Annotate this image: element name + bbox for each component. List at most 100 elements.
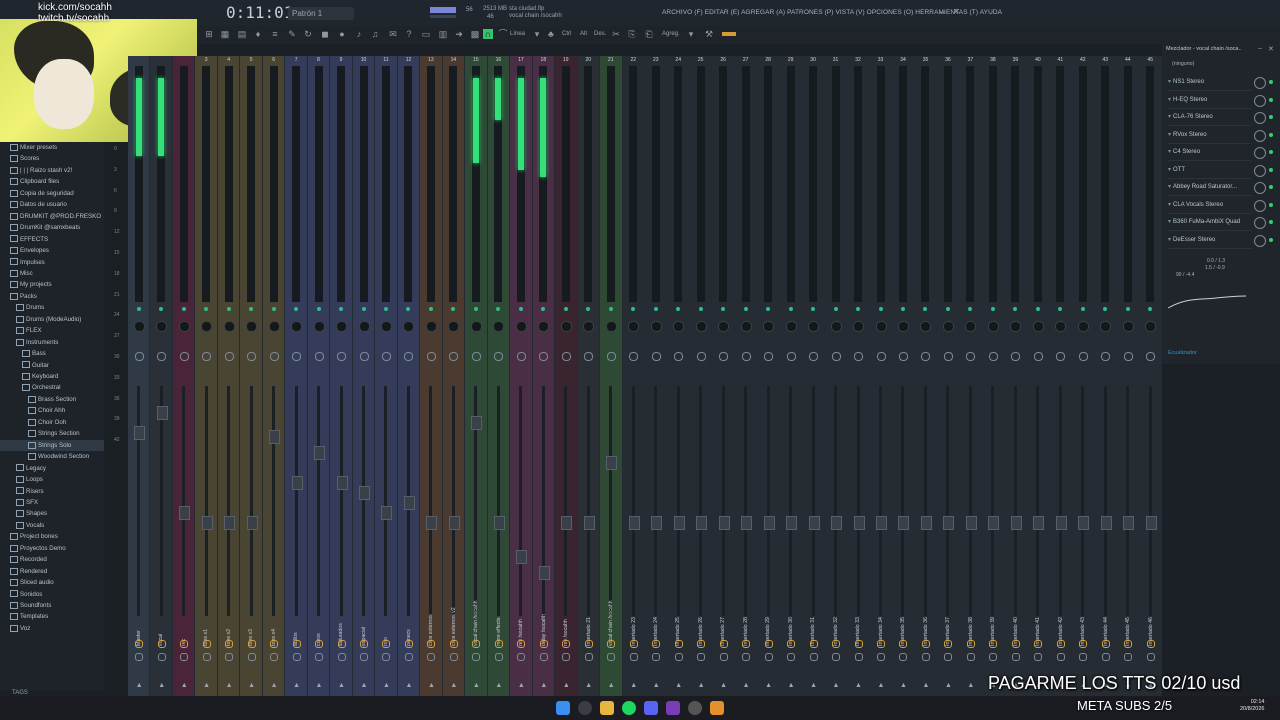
route-send-icon[interactable]: [719, 653, 728, 661]
eq-curve[interactable]: [1166, 292, 1248, 312]
browser-item[interactable]: Sliced audio: [0, 577, 114, 589]
route-to-master-icon[interactable]: [202, 640, 211, 648]
mixer-track[interactable]: rec ▲: [172, 56, 195, 696]
stereo-separation-knob[interactable]: [515, 321, 527, 332]
stereo-separation-knob[interactable]: [628, 321, 640, 332]
pan-knob[interactable]: [404, 352, 414, 361]
main-menu[interactable]: ARCHIVO (F) EDITAR (E) AGREGAR (A) PATRO…: [662, 9, 1002, 16]
route-send-icon[interactable]: [404, 653, 413, 661]
volume-fader-handle[interactable]: [898, 516, 910, 530]
route-to-master-icon[interactable]: [292, 640, 301, 648]
mixer-track[interactable]: 15 vocal chain /socahh ▲: [465, 56, 487, 696]
stereo-separation-knob[interactable]: [897, 321, 909, 332]
fx-enable-led[interactable]: [1269, 150, 1273, 154]
volume-fader-handle[interactable]: [876, 516, 888, 530]
browser-item[interactable]: SFX: [0, 497, 120, 509]
route-send-icon[interactable]: [764, 653, 773, 661]
mixer-track[interactable]: 29 Insertado 30 ▲: [779, 56, 802, 696]
fx-mix-knob[interactable]: [1254, 234, 1266, 247]
track-enable-led[interactable]: [428, 307, 433, 311]
track-enable-led[interactable]: [1148, 307, 1153, 311]
close-icon[interactable]: ✕: [953, 7, 960, 16]
track-enable-led[interactable]: [900, 307, 905, 311]
obs-icon[interactable]: [688, 701, 702, 715]
route-send-icon[interactable]: [270, 653, 279, 661]
track-enable-led[interactable]: [159, 307, 164, 311]
route-send-icon[interactable]: [742, 653, 751, 661]
route-to-master-icon[interactable]: [1146, 640, 1155, 648]
track-enable-led[interactable]: [856, 307, 861, 311]
route-arrow-icon[interactable]: ▲: [743, 682, 750, 689]
fx-enable-led[interactable]: [1269, 237, 1273, 242]
browser-item[interactable]: Envelopes: [0, 245, 114, 257]
equalizer-label[interactable]: Ecualizador: [1168, 350, 1197, 356]
pan-knob[interactable]: [719, 352, 729, 361]
spotify-icon[interactable]: [622, 701, 636, 715]
volume-fader-handle[interactable]: [1123, 516, 1135, 530]
route-send-icon[interactable]: [517, 653, 526, 661]
stereo-separation-knob[interactable]: [830, 321, 842, 332]
route-send-icon[interactable]: [382, 653, 391, 661]
copy-icon[interactable]: ⎘: [627, 29, 637, 39]
route-arrow-icon[interactable]: ▲: [248, 682, 255, 689]
route-send-icon[interactable]: [629, 653, 638, 661]
browser-item[interactable]: Drums: [0, 302, 120, 314]
browser-item[interactable]: Risers: [0, 486, 120, 498]
browser-item[interactable]: Datos de usuario: [0, 199, 114, 211]
route-to-master-icon[interactable]: [629, 640, 638, 648]
volume-fader-handle[interactable]: [920, 516, 932, 530]
route-arrow-icon[interactable]: ▲: [473, 682, 480, 689]
fx-slot[interactable]: ▾ CLA Vocals Stereo: [1168, 197, 1252, 214]
route-to-master-icon[interactable]: [157, 640, 166, 648]
route-to-master-icon[interactable]: [944, 640, 953, 648]
route-to-master-icon[interactable]: [1079, 640, 1088, 648]
browser-item[interactable]: Soundfonts: [0, 600, 114, 612]
route-arrow-icon[interactable]: ▲: [855, 682, 862, 689]
pan-knob[interactable]: [1033, 352, 1043, 361]
route-to-master-icon[interactable]: [764, 640, 773, 648]
orange-slider[interactable]: [722, 32, 736, 36]
stereo-separation-knob[interactable]: [246, 321, 258, 332]
track-enable-led[interactable]: [294, 307, 299, 311]
route-arrow-icon[interactable]: ▲: [203, 682, 210, 689]
volume-fader-handle[interactable]: [493, 516, 505, 530]
route-send-icon[interactable]: [360, 653, 369, 661]
route-arrow-icon[interactable]: ▲: [181, 682, 188, 689]
browser-item[interactable]: Legacy: [0, 463, 120, 475]
route-to-master-icon[interactable]: [899, 640, 908, 648]
volume-fader-handle[interactable]: [336, 476, 348, 490]
mixer-track[interactable]: 18 delay /socahh ▲: [532, 56, 555, 696]
chevron-down-icon[interactable]: ▾: [686, 29, 696, 39]
mixer-track[interactable]: 41 Insertado 42 ▲: [1049, 56, 1072, 696]
pan-knob[interactable]: [921, 352, 931, 361]
volume-fader-handle[interactable]: [1145, 516, 1157, 530]
stereo-separation-knob[interactable]: [268, 321, 280, 332]
mixer-track[interactable]: 23 Insertado 24 ▲: [645, 56, 667, 696]
pan-knob[interactable]: [516, 352, 526, 361]
browser-item[interactable]: Recorded: [0, 554, 114, 566]
stereo-separation-knob[interactable]: [583, 321, 595, 332]
fl-studio-icon[interactable]: [710, 701, 724, 715]
fx-slot[interactable]: ▾ Abbey Road Saturator...: [1168, 179, 1252, 196]
route-to-master-icon[interactable]: [427, 640, 436, 648]
stop-icon[interactable]: ◼: [320, 29, 330, 39]
pan-knob[interactable]: [696, 352, 706, 361]
volume-fader-handle[interactable]: [1055, 516, 1067, 530]
route-to-master-icon[interactable]: [315, 640, 324, 648]
route-to-master-icon[interactable]: [382, 640, 391, 648]
volume-fader-handle[interactable]: [224, 516, 236, 530]
stereo-separation-knob[interactable]: [718, 321, 730, 332]
route-arrow-icon[interactable]: ▲: [450, 682, 457, 689]
track-enable-led[interactable]: [1080, 307, 1085, 311]
mixer-track[interactable]: 14 clips externos v2 ▲: [442, 56, 465, 696]
mixer-track[interactable]: 44 Insertado 45 ▲: [1117, 56, 1139, 696]
route-to-master-icon[interactable]: [787, 640, 796, 648]
chevron-down-icon[interactable]: ▾: [1168, 219, 1171, 225]
mixer-track[interactable]: 36 Insertado 37 ▲: [937, 56, 959, 696]
pan-knob[interactable]: [809, 352, 819, 361]
track-enable-led[interactable]: [1058, 307, 1063, 311]
pan-knob[interactable]: [381, 352, 391, 361]
route-to-master-icon[interactable]: [877, 640, 886, 648]
volume-fader-handle[interactable]: [831, 516, 843, 530]
stereo-separation-knob[interactable]: [403, 321, 415, 332]
